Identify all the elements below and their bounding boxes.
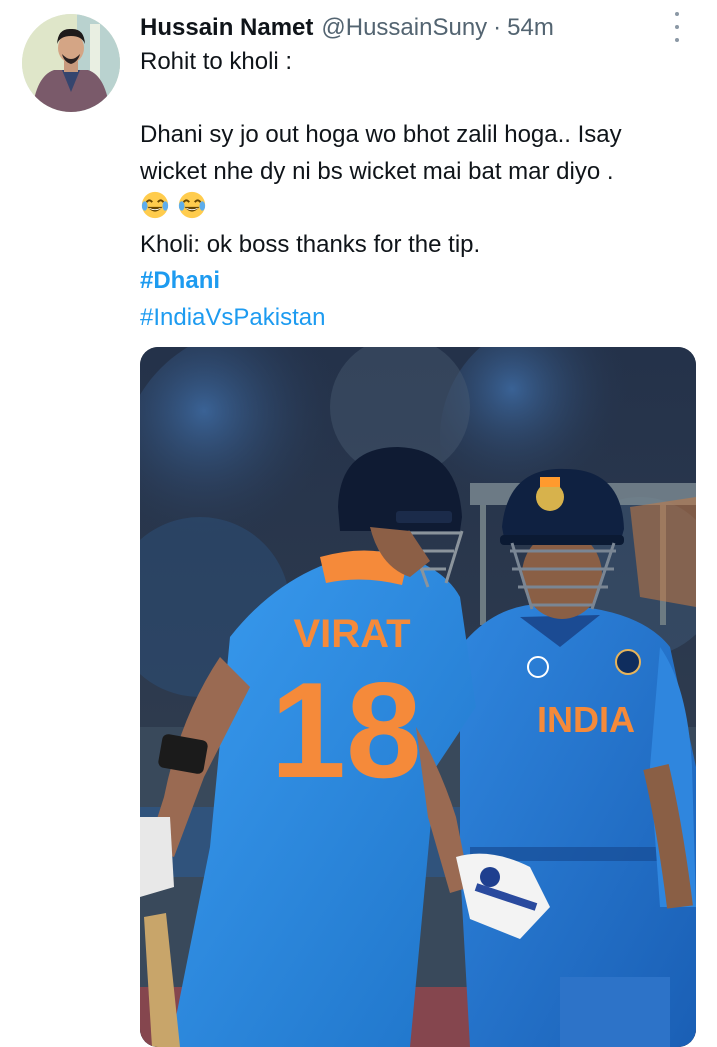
tweet[interactable]: Hussain Namet @HussainSuny · 54m Rohit t… — [0, 0, 717, 1047]
emoji-row — [140, 190, 700, 227]
hashtag-link[interactable]: #IndiaVsPakistan — [140, 300, 700, 337]
author-name[interactable]: Hussain Namet — [140, 14, 313, 42]
cricket-photo: INDIA VIRAT 18 — [140, 347, 696, 1047]
jersey-left-number: 18 — [270, 654, 421, 806]
tweet-line: Rohit to kholi : — [140, 48, 293, 75]
separator-dot: · — [493, 14, 502, 41]
face-with-tears-of-joy-icon — [178, 191, 205, 219]
tweet-line: Kholi: ok boss thanks for the tip. — [140, 230, 481, 258]
face-with-tears-of-joy-icon — [141, 191, 169, 219]
more-options-icon[interactable] — [667, 12, 687, 42]
jersey-right-text: INDIA — [537, 699, 635, 740]
tweet-text: Rohit to kholi : Dhani sy jo out hoga wo… — [140, 44, 700, 336]
avatar[interactable] — [22, 14, 120, 112]
tweet-header: Hussain Namet @HussainSuny · 54m — [140, 10, 697, 46]
hashtag-link[interactable]: #Dhani — [140, 263, 700, 300]
tweet-timestamp[interactable]: 54m — [507, 14, 554, 42]
jersey-left-name: VIRAT — [293, 612, 410, 656]
avatar-image — [22, 14, 120, 112]
tweet-line: wicket nhe dy ni bs wicket mai bat mar d… — [140, 157, 614, 185]
tweet-media-photo[interactable]: INDIA VIRAT 18 — [140, 347, 696, 1047]
author-handle[interactable]: @HussainSuny — [321, 14, 487, 42]
tweet-line: Dhani sy jo out hoga wo bhot zalil hoga.… — [140, 121, 622, 148]
